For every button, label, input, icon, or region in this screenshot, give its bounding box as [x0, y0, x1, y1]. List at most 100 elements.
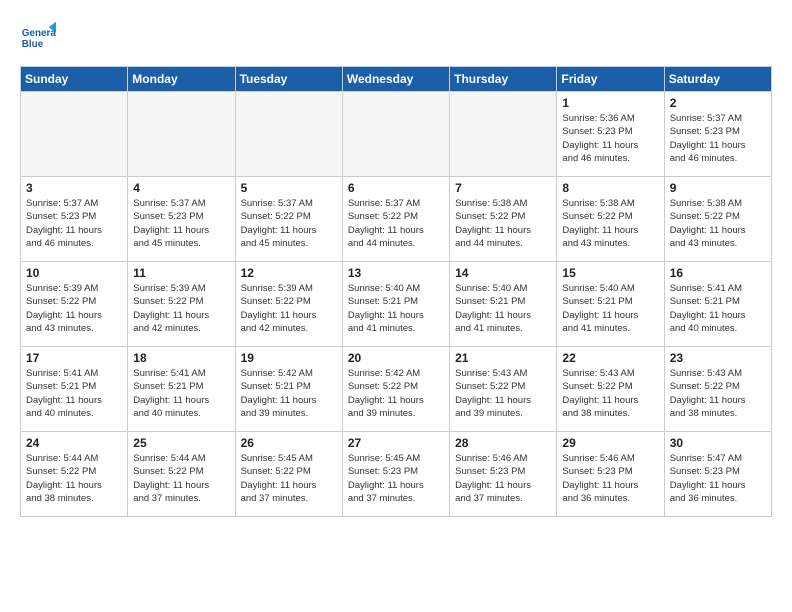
calendar-table: SundayMondayTuesdayWednesdayThursdayFrid…: [20, 66, 772, 517]
day-info: Sunrise: 5:45 AM Sunset: 5:23 PM Dayligh…: [348, 452, 444, 505]
day-info: Sunrise: 5:37 AM Sunset: 5:22 PM Dayligh…: [348, 197, 444, 250]
calendar-cell: 14Sunrise: 5:40 AM Sunset: 5:21 PM Dayli…: [450, 262, 557, 347]
calendar-cell: 27Sunrise: 5:45 AM Sunset: 5:23 PM Dayli…: [342, 432, 449, 517]
calendar-cell: [21, 92, 128, 177]
calendar-cell: 21 Sunrise: 5:43 AM Sunset: 5:22 PM Dayli…: [450, 347, 557, 432]
day-info: Sunrise: 5:43 AM Sunset: 5:22 PM Dayligh…: [562, 367, 658, 420]
calendar-cell: 1 Sunrise: 5:36 AM Sunset: 5:23 PM Daylig…: [557, 92, 664, 177]
day-number: 22: [562, 351, 658, 365]
calendar-cell: 22 Sunrise: 5:43 AM Sunset: 5:22 PM Dayli…: [557, 347, 664, 432]
day-number: 12: [241, 266, 337, 280]
weekday-header-monday: Monday: [128, 67, 235, 92]
day-info: Sunrise: 5:41 AM Sunset: 5:21 PM Dayligh…: [670, 282, 766, 335]
day-info: Sunrise: 5:39 AM Sunset: 5:22 PM Dayligh…: [241, 282, 337, 335]
calendar-cell: 5 Sunrise: 5:37 AM Sunset: 5:22 PM Daylig…: [235, 177, 342, 262]
calendar-cell: 8 Sunrise: 5:38 AM Sunset: 5:22 PM Daylig…: [557, 177, 664, 262]
day-info: Sunrise: 5:42 AM Sunset: 5:21 PM Dayligh…: [241, 367, 337, 420]
calendar-cell: 15Sunrise: 5:40 AM Sunset: 5:21 PM Dayli…: [557, 262, 664, 347]
day-info: Sunrise: 5:37 AM Sunset: 5:23 PM Dayligh…: [670, 112, 766, 165]
day-info: Sunrise: 5:43 AM Sunset: 5:22 PM Dayligh…: [455, 367, 551, 420]
calendar-cell: 19 Sunrise: 5:42 AM Sunset: 5:21 PM Dayli…: [235, 347, 342, 432]
calendar-cell: 9 Sunrise: 5:38 AM Sunset: 5:22 PM Daylig…: [664, 177, 771, 262]
day-info: Sunrise: 5:44 AM Sunset: 5:22 PM Dayligh…: [133, 452, 229, 505]
day-number: 24: [26, 436, 122, 450]
weekday-header-wednesday: Wednesday: [342, 67, 449, 92]
day-number: 3: [26, 181, 122, 195]
calendar-cell: 12 Sunrise: 5:39 AM Sunset: 5:22 PM Dayli…: [235, 262, 342, 347]
weekday-header-saturday: Saturday: [664, 67, 771, 92]
calendar-cell: 3 Sunrise: 5:37 AM Sunset: 5:23 PM Daylig…: [21, 177, 128, 262]
day-info: Sunrise: 5:38 AM Sunset: 5:22 PM Dayligh…: [562, 197, 658, 250]
day-info: Sunrise: 5:44 AM Sunset: 5:22 PM Dayligh…: [26, 452, 122, 505]
calendar-cell: 20 Sunrise: 5:42 AM Sunset: 5:22 PM Dayli…: [342, 347, 449, 432]
day-number: 23: [670, 351, 766, 365]
day-info: Sunrise: 5:37 AM Sunset: 5:23 PM Dayligh…: [133, 197, 229, 250]
day-number: 5: [241, 181, 337, 195]
day-info: Sunrise: 5:39 AM Sunset: 5:22 PM Dayligh…: [26, 282, 122, 335]
calendar-cell: [128, 92, 235, 177]
calendar-cell: [342, 92, 449, 177]
day-number: 28: [455, 436, 551, 450]
calendar-cell: 28 Sunrise: 5:46 AM Sunset: 5:23 PM Dayli…: [450, 432, 557, 517]
calendar-cell: 23 Sunrise: 5:43 AM Sunset: 5:22 PM Dayli…: [664, 347, 771, 432]
calendar-cell: 4 Sunrise: 5:37 AM Sunset: 5:23 PM Daylig…: [128, 177, 235, 262]
logo-icon: General Blue: [20, 20, 56, 56]
svg-text:Blue: Blue: [22, 39, 44, 50]
svg-text:General: General: [22, 28, 56, 39]
day-info: Sunrise: 5:36 AM Sunset: 5:23 PM Dayligh…: [562, 112, 658, 165]
day-info: Sunrise: 5:38 AM Sunset: 5:22 PM Dayligh…: [670, 197, 766, 250]
day-info: Sunrise: 5:42 AM Sunset: 5:22 PM Dayligh…: [348, 367, 444, 420]
weekday-header-thursday: Thursday: [450, 67, 557, 92]
day-number: 8: [562, 181, 658, 195]
calendar-cell: 17 Sunrise: 5:41 AM Sunset: 5:21 PM Dayli…: [21, 347, 128, 432]
day-info: Sunrise: 5:46 AM Sunset: 5:23 PM Dayligh…: [562, 452, 658, 505]
calendar-cell: 30 Sunrise: 5:47 AM Sunset: 5:23 PM Dayli…: [664, 432, 771, 517]
calendar-cell: 16 Sunrise: 5:41 AM Sunset: 5:21 PM Dayli…: [664, 262, 771, 347]
day-number: 30: [670, 436, 766, 450]
day-number: 17: [26, 351, 122, 365]
day-info: Sunrise: 5:46 AM Sunset: 5:23 PM Dayligh…: [455, 452, 551, 505]
day-number: 18: [133, 351, 229, 365]
day-info: Sunrise: 5:41 AM Sunset: 5:21 PM Dayligh…: [26, 367, 122, 420]
page-header: General Blue: [20, 16, 772, 56]
calendar-cell: 2Sunrise: 5:37 AM Sunset: 5:23 PM Daylig…: [664, 92, 771, 177]
day-number: 1: [562, 96, 658, 110]
day-info: Sunrise: 5:43 AM Sunset: 5:22 PM Dayligh…: [670, 367, 766, 420]
calendar-cell: 29 Sunrise: 5:46 AM Sunset: 5:23 PM Dayli…: [557, 432, 664, 517]
calendar-cell: [450, 92, 557, 177]
weekday-header-friday: Friday: [557, 67, 664, 92]
calendar-cell: [235, 92, 342, 177]
calendar-cell: 11Sunrise: 5:39 AM Sunset: 5:22 PM Dayli…: [128, 262, 235, 347]
day-number: 9: [670, 181, 766, 195]
day-number: 21: [455, 351, 551, 365]
day-number: 7: [455, 181, 551, 195]
day-number: 20: [348, 351, 444, 365]
day-number: 13: [348, 266, 444, 280]
calendar-cell: 18 Sunrise: 5:41 AM Sunset: 5:21 PM Dayli…: [128, 347, 235, 432]
calendar-week-1: 1 Sunrise: 5:36 AM Sunset: 5:23 PM Daylig…: [21, 92, 772, 177]
day-info: Sunrise: 5:47 AM Sunset: 5:23 PM Dayligh…: [670, 452, 766, 505]
day-number: 11: [133, 266, 229, 280]
calendar-cell: 26Sunrise: 5:45 AM Sunset: 5:22 PM Dayli…: [235, 432, 342, 517]
day-info: Sunrise: 5:40 AM Sunset: 5:21 PM Dayligh…: [562, 282, 658, 335]
calendar-week-3: 10Sunrise: 5:39 AM Sunset: 5:22 PM Dayli…: [21, 262, 772, 347]
day-info: Sunrise: 5:40 AM Sunset: 5:21 PM Dayligh…: [455, 282, 551, 335]
day-number: 19: [241, 351, 337, 365]
day-number: 4: [133, 181, 229, 195]
day-info: Sunrise: 5:41 AM Sunset: 5:21 PM Dayligh…: [133, 367, 229, 420]
day-info: Sunrise: 5:37 AM Sunset: 5:23 PM Dayligh…: [26, 197, 122, 250]
day-number: 26: [241, 436, 337, 450]
day-number: 16: [670, 266, 766, 280]
logo: General Blue: [20, 16, 56, 56]
weekday-header-tuesday: Tuesday: [235, 67, 342, 92]
calendar-week-4: 17 Sunrise: 5:41 AM Sunset: 5:21 PM Dayli…: [21, 347, 772, 432]
calendar-cell: 13 Sunrise: 5:40 AM Sunset: 5:21 PM Dayli…: [342, 262, 449, 347]
calendar-cell: 6 Sunrise: 5:37 AM Sunset: 5:22 PM Daylig…: [342, 177, 449, 262]
day-number: 6: [348, 181, 444, 195]
day-info: Sunrise: 5:38 AM Sunset: 5:22 PM Dayligh…: [455, 197, 551, 250]
calendar-cell: 25 Sunrise: 5:44 AM Sunset: 5:22 PM Dayli…: [128, 432, 235, 517]
day-number: 29: [562, 436, 658, 450]
day-info: Sunrise: 5:37 AM Sunset: 5:22 PM Dayligh…: [241, 197, 337, 250]
day-info: Sunrise: 5:40 AM Sunset: 5:21 PM Dayligh…: [348, 282, 444, 335]
day-number: 25: [133, 436, 229, 450]
